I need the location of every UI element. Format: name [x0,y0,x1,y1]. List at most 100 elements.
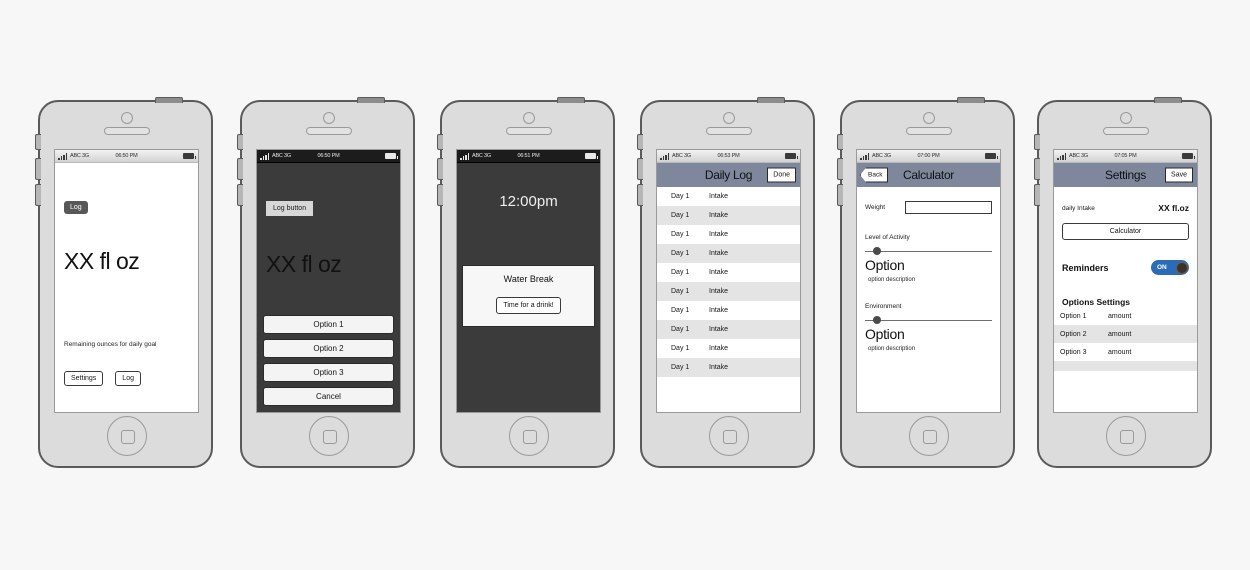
earpiece-speaker [905,127,952,135]
volume-up-button[interactable] [437,158,443,180]
list-empty-row [1054,361,1197,371]
table-row[interactable]: Day 1 Intake [657,187,800,206]
table-row[interactable]: Day 1 Intake [657,225,800,244]
lock-screen-time: 12:00pm [499,193,558,210]
table-row[interactable]: Day 1 Intake [657,358,800,377]
silent-switch[interactable] [35,134,41,150]
table-row[interactable]: Day 1 Intake [657,282,800,301]
toggle-knob[interactable] [1175,261,1188,274]
alert-title: Water Break [503,274,554,284]
remaining-amount: XX fl oz [64,248,140,274]
volume-down-button[interactable] [837,184,843,206]
power-button[interactable] [957,97,985,103]
water-break-alert: Water Break Time for a drink! [462,265,595,327]
phone-home: ABC 3G 06:50 PM Log XX fl oz Remaining o… [35,97,213,468]
status-bar: ABC 3G 06:50 PM [257,150,400,163]
list-item[interactable]: Option 3 amount [1054,343,1197,361]
settings-form: daily Intake XX fl.oz Calculator Reminde… [1054,203,1197,307]
silent-switch[interactable] [637,134,643,150]
front-camera-icon [522,112,535,124]
log-day: Day 1 [671,288,690,295]
remaining-caption: Remaining ounces for daily goal [64,341,157,348]
table-row[interactable]: Day 1 Intake [657,263,800,282]
page-title: Settings [1105,168,1146,182]
phone-settings: ABC 3G 07:05 PM Settings Save daily Inta… [1034,97,1212,468]
power-button[interactable] [757,97,785,103]
volume-up-button[interactable] [637,158,643,180]
activity-slider[interactable] [865,246,992,256]
battery-icon [985,153,998,159]
volume-up-button[interactable] [35,158,41,180]
screen-daily-log: ABC 3G 06:53 PM Daily Log Done Day 1 Inta… [656,149,801,413]
log-intake: Intake [709,212,729,219]
volume-down-button[interactable] [35,184,41,206]
home-button[interactable] [308,416,349,456]
volume-up-button[interactable] [837,158,843,180]
table-row[interactable]: Day 1 Intake [657,244,800,263]
calculator-button[interactable]: Calculator [1062,223,1189,240]
log-button[interactable]: Log [115,371,141,386]
status-time: 07:00 PM [917,153,940,159]
power-button[interactable] [357,97,385,103]
home-square-icon [722,430,737,444]
power-button[interactable] [557,97,585,103]
home-button[interactable] [106,416,147,456]
home-square-icon [120,430,135,444]
home-button[interactable] [708,416,749,456]
alert-action-button[interactable]: Time for a drink! [496,297,561,314]
volume-up-button[interactable] [237,158,243,180]
silent-switch[interactable] [1034,134,1040,150]
status-bar: ABC 3G 06:51 PM [457,150,600,163]
power-button[interactable] [155,97,183,103]
action-sheet: Option 1 Option 2 Option 3 Cancel [263,310,394,406]
home-button[interactable] [908,416,949,456]
sheet-cancel-button[interactable]: Cancel [263,387,394,406]
table-row[interactable]: Day 1 Intake [657,320,800,339]
done-button[interactable]: Done [767,167,796,183]
sheet-option-3[interactable]: Option 3 [263,363,394,382]
settings-button[interactable]: Settings [64,371,104,386]
screen-home: ABC 3G 06:50 PM Log XX fl oz Remaining o… [54,149,199,413]
silent-switch[interactable] [437,134,443,150]
front-camera-icon [322,112,335,124]
slider-knob[interactable] [872,316,881,324]
weight-input[interactable] [905,201,992,214]
silent-switch[interactable] [837,134,843,150]
volume-up-button[interactable] [1034,158,1040,180]
back-button[interactable]: Back [860,167,889,183]
home-button[interactable] [508,416,549,456]
volume-down-button[interactable] [237,184,243,206]
table-row[interactable]: Day 1 Intake [657,206,800,225]
table-row[interactable]: Day 1 Intake [657,339,800,358]
battery-icon [785,153,798,159]
log-day: Day 1 [671,307,690,314]
log-intake: Intake [709,364,729,371]
list-item[interactable]: Option 1 amount [1054,307,1197,325]
page-title: Calculator [902,168,955,182]
log-day: Day 1 [671,364,690,371]
volume-down-button[interactable] [437,184,443,206]
silent-switch[interactable] [237,134,243,150]
environment-option-description: option description [868,346,916,352]
volume-down-button[interactable] [637,184,643,206]
status-bar: ABC 3G 07:05 PM [1054,150,1197,163]
reminders-label: Reminders [1062,262,1109,273]
sheet-option-1[interactable]: Option 1 [263,315,394,334]
environment-slider[interactable] [865,315,992,325]
table-row[interactable]: Day 1 Intake [657,301,800,320]
sheet-option-2[interactable]: Option 2 [263,339,394,358]
list-item[interactable]: Option 2 amount [1054,325,1197,343]
save-button[interactable]: Save [1165,167,1193,183]
option-name: Option 1 [1060,312,1087,320]
daily-intake-label: daily Intake [1062,204,1095,212]
earpiece-speaker [305,127,352,135]
home-square-icon [522,430,537,444]
daily-log-list: Day 1 Intake Day 1 Intake Day 1 Intake Day … [657,187,800,377]
log-day: Day 1 [671,193,690,200]
slider-knob[interactable] [872,247,881,255]
power-button[interactable] [1154,97,1182,103]
home-button[interactable] [1105,416,1146,456]
volume-down-button[interactable] [1034,184,1040,206]
screen-action-sheet: ABC 3G 06:50 PM Log button XX fl oz Opti… [256,149,401,413]
reminders-toggle[interactable]: ON [1151,260,1189,275]
